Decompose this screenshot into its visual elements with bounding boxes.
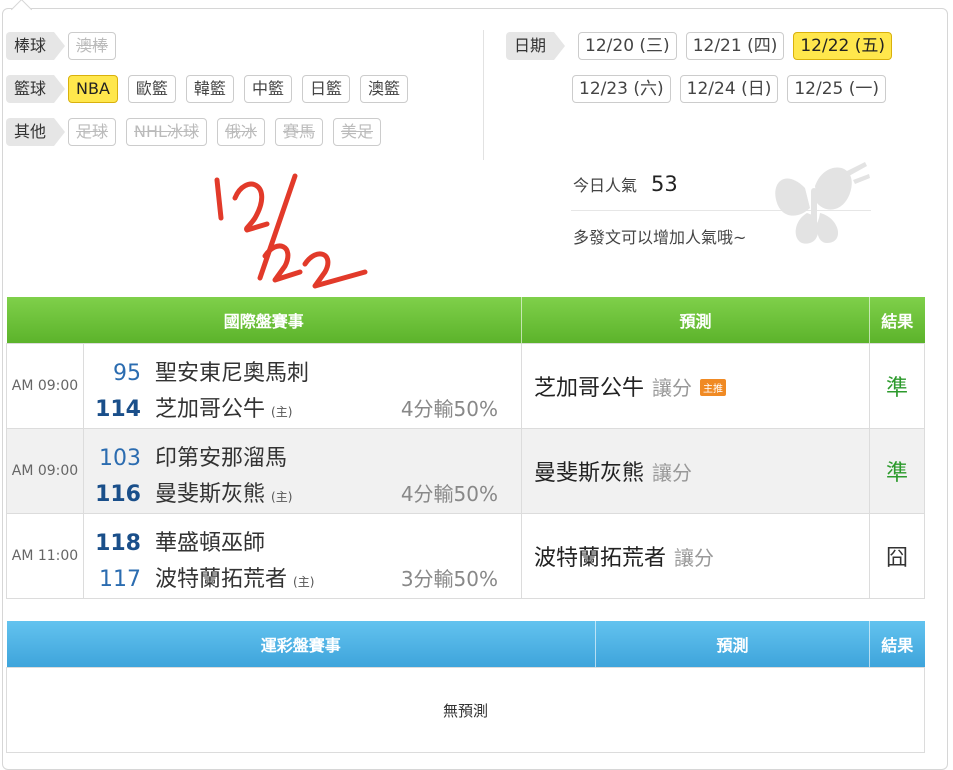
spread-result: 3分輸50% [400,567,499,591]
home-team: 波特蘭拓荒者 [155,567,288,592]
home-team: 芝加哥公牛 [155,397,266,422]
game-time: AM 11:00 [6,513,84,599]
chip-soccer: 足球 [68,118,117,146]
featured-badge: 主推 [700,379,727,396]
predicted-team: 波特蘭拓荒者 [534,546,667,571]
home-marker: (主) [293,575,315,589]
away-score: 118 [95,531,141,556]
spread-result: 4分輸50% [400,397,499,421]
chip-russia-hockey: 俄冰 [216,118,265,146]
table-row: 無預測 [6,667,925,753]
away-score: 103 [99,446,141,471]
date-row-1: 日期 12/20 (三) 12/21 (四) 12/22 (五) [506,32,901,60]
section-divider [483,30,484,160]
category-label-other: 其他 [6,118,66,146]
chip-american-football: 美足 [332,118,381,146]
table-row: AM 11:00 118 華盛頓巫師 117 波特蘭拓荒者 (主) 3分輸50% 波特… [6,513,926,599]
away-team: 聖安東尼奧馬刺 [155,361,310,386]
date-chip-1225[interactable]: 12/25 (一) [787,75,887,103]
predicted-team: 曼斐斯灰熊 [534,461,645,486]
date-row-2: 12/23 (六) 12/24 (日) 12/25 (一) [572,75,895,103]
chip-japan-basketball[interactable]: 日籃 [301,75,350,103]
bet-type: 讓分 [674,546,715,570]
home-score: 114 [95,397,141,422]
match-cell: 95 聖安東尼奧馬刺 114 芝加哥公牛 (主) 4分輸50% [82,343,523,429]
category-label-baseball: 棒球 [6,32,66,60]
header-result: 結果 [869,297,925,344]
popularity-value: 53 [651,172,678,196]
match-cell: 103 印第安那溜馬 116 曼斐斯灰熊 (主) 4分輸50% [82,428,523,514]
chip-horse-racing: 賽馬 [274,118,323,146]
filter-row-basketball: 籃球 NBA 歐籃 韓籃 中籃 日籃 澳籃 [6,75,418,103]
table-row: AM 09:00 95 聖安東尼奧馬刺 114 芝加哥公牛 (主) 4分輸50% 芝加… [6,343,926,429]
prediction-cell: 曼斐斯灰熊 讓分 [521,428,871,514]
chip-nhl: NHL冰球 [126,118,207,146]
home-team: 曼斐斯灰熊 [155,482,266,507]
spread-result: 4分輸50% [400,482,499,506]
home-score: 116 [95,482,141,507]
filter-row-baseball: 棒球 澳棒 [6,32,126,60]
home-score: 117 [99,567,141,592]
home-marker: (主) [271,490,293,504]
home-marker: (主) [271,405,293,419]
chip-euro-basketball[interactable]: 歐籃 [127,75,176,103]
header-intl-event: 國際盤賽事 [6,297,522,344]
table-row: AM 09:00 103 印第安那溜馬 116 曼斐斯灰熊 (主) 4分輸50% 曼斐… [6,428,926,514]
header-prediction: 預測 [521,297,870,344]
result-cell: 準 [869,343,926,429]
handwritten-date-note [214,173,368,289]
away-team: 華盛頓巫師 [155,531,266,556]
date-chip-1221[interactable]: 12/21 (四) [685,32,785,60]
game-time: AM 09:00 [6,428,84,514]
chip-nba[interactable]: NBA [68,75,118,103]
away-score: 95 [113,361,141,386]
chip-aus-basketball[interactable]: 澳籃 [359,75,408,103]
match-cell: 118 華盛頓巫師 117 波特蘭拓荒者 (主) 3分輸50% [82,513,523,599]
chip-aus-baseball: 澳棒 [68,32,117,60]
date-chip-1220[interactable]: 12/20 (三) [578,32,677,60]
popularity-tip: 多發文可以增加人氣哦~ [573,228,747,247]
date-chip-1222[interactable]: 12/22 (五) [793,32,893,60]
chip-korea-basketball[interactable]: 韓籃 [185,75,234,103]
intl-predictions-table: 國際盤賽事 預測 結果 AM 09:00 95 聖安東尼奧馬刺 114 芝加哥公牛 (… [6,297,926,599]
result-cell: 準 [869,428,926,514]
bet-type: 讓分 [652,461,693,485]
butterfly-watermark-icon [775,162,870,244]
predicted-team: 芝加哥公牛 [534,376,645,401]
away-team: 印第安那溜馬 [155,446,288,471]
bet-type: 讓分 [652,376,693,400]
date-label: 日期 [506,32,566,60]
prediction-cell: 芝加哥公牛 讓分 主推 [521,343,871,429]
header-result: 結果 [869,621,925,668]
chip-china-basketball[interactable]: 中籃 [243,75,292,103]
header-sport-event: 運彩盤賽事 [6,621,596,668]
no-prediction-message: 無預測 [6,667,925,753]
sport-lottery-table: 運彩盤賽事 預測 結果 無預測 [6,621,925,753]
prediction-cell: 波特蘭拓荒者 讓分 [521,513,871,599]
popularity-label: 今日人氣 [573,176,638,195]
popularity-display: 今日人氣 53 [573,172,678,196]
date-chip-1223[interactable]: 12/23 (六) [572,75,671,103]
category-label-basketball: 籃球 [6,75,66,103]
header-prediction: 預測 [595,621,870,668]
game-time: AM 09:00 [6,343,84,429]
date-chip-1224[interactable]: 12/24 (日) [679,75,779,103]
result-cell: 囧 [869,513,926,599]
filter-row-other: 其他 足球 NHL冰球 俄冰 賽馬 美足 [6,118,391,146]
